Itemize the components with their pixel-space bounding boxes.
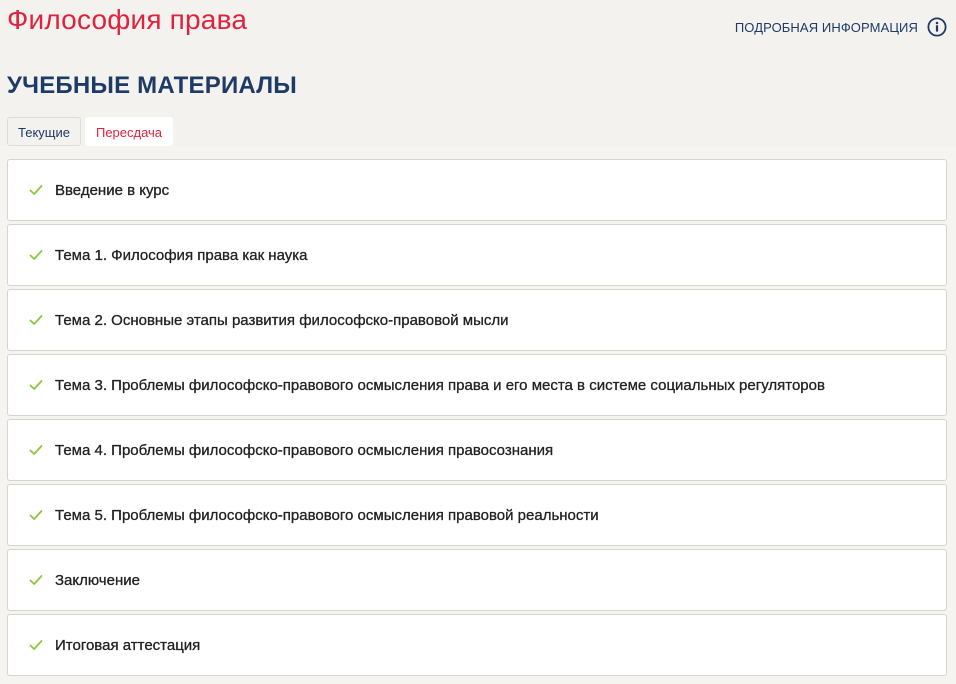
check-icon bbox=[29, 575, 43, 585]
list-item[interactable]: Заключение bbox=[7, 549, 947, 611]
check-icon bbox=[29, 380, 43, 390]
module-list: Введение в курс Тема 1. Философия права … bbox=[7, 159, 947, 679]
tab-current[interactable]: Текущие bbox=[7, 117, 81, 146]
module-title: Итоговая аттестация bbox=[55, 636, 201, 654]
list-item[interactable]: Тема 1. Философия права как наука bbox=[7, 224, 947, 286]
check-icon bbox=[29, 445, 43, 455]
module-title: Тема 1. Философия права как наука bbox=[55, 246, 308, 264]
section-title: УЧЕБНЫЕ МАТЕРИАЛЫ bbox=[7, 72, 297, 99]
materials-panel: Введение в курс Тема 1. Философия права … bbox=[0, 146, 956, 684]
check-icon bbox=[29, 185, 43, 195]
detailed-info-label: ПОДРОБНАЯ ИНФОРМАЦИЯ bbox=[734, 19, 918, 35]
module-title: Тема 2. Основные этапы развития философс… bbox=[55, 311, 509, 329]
module-title: Тема 3. Проблемы философско-правового ос… bbox=[55, 376, 825, 394]
module-title: Введение в курс bbox=[55, 181, 170, 199]
info-circle-icon[interactable] bbox=[927, 17, 947, 37]
course-title: Философия права bbox=[7, 4, 248, 35]
module-title: Тема 5. Проблемы философско-правового ос… bbox=[55, 506, 599, 524]
list-item[interactable]: Тема 5. Проблемы философско-правового ос… bbox=[7, 484, 947, 546]
check-icon bbox=[29, 250, 43, 260]
list-item[interactable]: Итоговая аттестация bbox=[7, 614, 947, 676]
module-title: Заключение bbox=[55, 571, 140, 589]
detailed-info-link[interactable]: ПОДРОБНАЯ ИНФОРМАЦИЯ bbox=[735, 17, 947, 37]
list-item[interactable]: Тема 2. Основные этапы развития философс… bbox=[7, 289, 947, 351]
check-icon bbox=[29, 640, 43, 650]
check-icon bbox=[29, 510, 43, 520]
materials-tabs: Текущие Пересдача bbox=[7, 117, 174, 146]
module-title: Тема 4. Проблемы философско-правового ос… bbox=[55, 441, 554, 459]
list-item[interactable]: Введение в курс bbox=[7, 159, 947, 221]
tab-retake[interactable]: Пересдача bbox=[84, 117, 174, 146]
list-item[interactable]: Тема 4. Проблемы философско-правового ос… bbox=[7, 419, 947, 481]
page-header: Философия права ПОДРОБНАЯ ИНФОРМАЦИЯ bbox=[0, 0, 956, 60]
check-icon bbox=[29, 315, 43, 325]
list-item[interactable]: Тема 3. Проблемы философско-правового ос… bbox=[7, 354, 947, 416]
